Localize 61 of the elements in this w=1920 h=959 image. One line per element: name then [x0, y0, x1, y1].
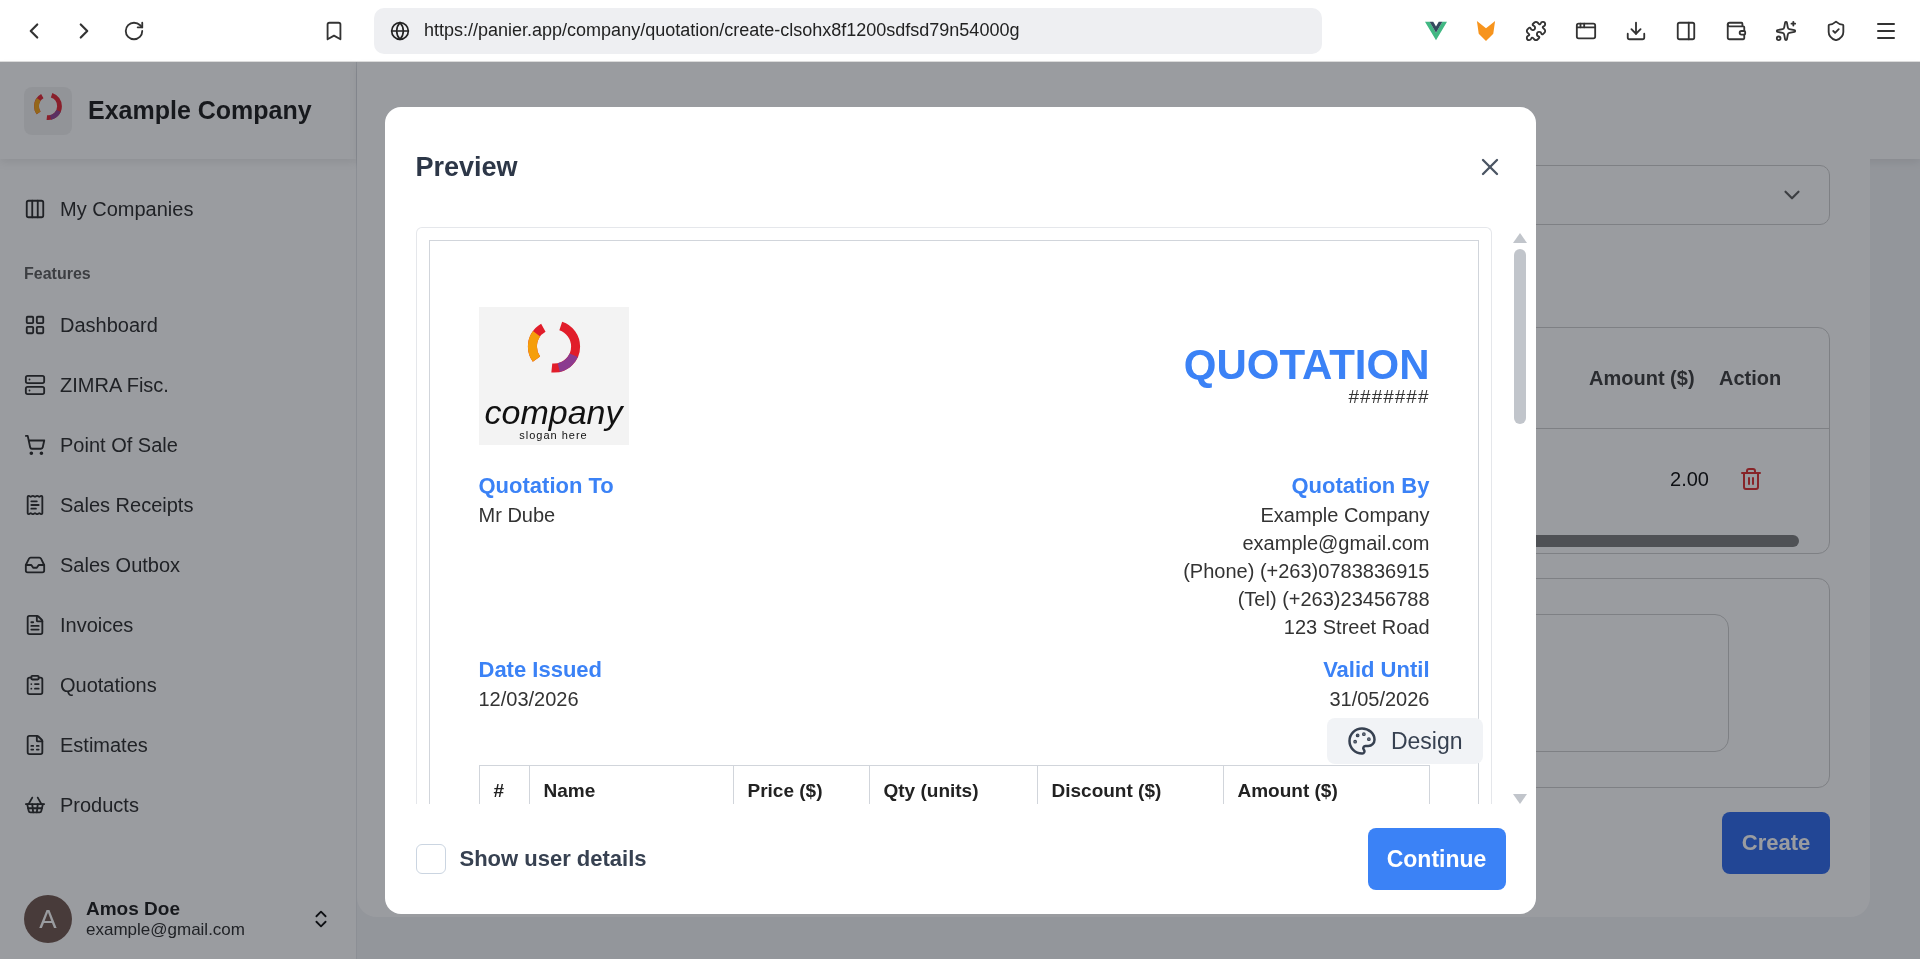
scrollbar-thumb[interactable]	[1513, 249, 1526, 424]
column-header: Amount ($)	[1589, 366, 1696, 390]
sender-line: Example Company	[1260, 503, 1430, 528]
table-cell-text: 2.00	[1669, 467, 1710, 491]
recipient-label: Quotation To	[478, 472, 614, 500]
create-button[interactable]: Create	[1722, 812, 1830, 874]
user-name: Amos Doe	[86, 898, 181, 920]
palette-icon	[1346, 726, 1377, 756]
inbox-icon	[24, 554, 46, 576]
column-header: Price ($)	[747, 780, 823, 802]
nav-item[interactable]: Sales Outbox	[24, 535, 332, 595]
date-value: 12/03/2026	[478, 687, 579, 712]
column-header: Qty (units)	[883, 780, 979, 802]
grid-icon	[24, 314, 46, 336]
section-heading: Features	[24, 265, 92, 284]
recipient-line: Mr Dube	[478, 503, 556, 528]
server-icon	[24, 374, 46, 396]
document-title: QUOTATION	[1183, 344, 1430, 386]
sender-label: Quotation By	[1291, 472, 1430, 500]
company-name: Example Company	[88, 96, 312, 125]
sender-line: 123 Street Road	[1283, 615, 1430, 640]
dialog-title: Preview	[415, 151, 518, 183]
address-bar[interactable]: https://panier.app/company/quotation/create-clsohx8f1200sdfsd79n54000g	[374, 7, 1322, 54]
clipboard-icon	[24, 674, 46, 696]
cart-icon	[24, 434, 46, 456]
document-icon	[24, 614, 46, 636]
nav-item[interactable]: Quotations	[24, 655, 332, 715]
column-header: Name	[543, 780, 596, 802]
avatar: A	[24, 895, 72, 943]
nav-item[interactable]: Products	[24, 775, 332, 835]
sender-line: example@gmail.com	[1242, 531, 1430, 556]
column-header: Action	[1719, 366, 1783, 390]
user-email: example@gmail.com	[86, 920, 246, 940]
column-header: Amount ($)	[1237, 780, 1338, 802]
sender-line: (Tel) (+263)23456788	[1237, 587, 1430, 612]
basket-icon	[24, 794, 46, 816]
reload-icon	[123, 19, 145, 42]
nav-item[interactable]: Dashboard	[24, 295, 332, 355]
nav-item[interactable]: Estimates	[24, 715, 332, 775]
nav-item[interactable]: Point Of Sale	[24, 415, 332, 475]
date-value: 31/05/2026	[1329, 687, 1430, 712]
document-number: #######	[1348, 386, 1430, 408]
company-logo	[24, 86, 72, 135]
receipt-icon	[24, 494, 46, 516]
nav-item[interactable]: Invoices	[24, 595, 332, 655]
columns-icon	[24, 198, 46, 220]
show-user-details-checkbox[interactable]: Show user details	[415, 844, 647, 874]
column-header: Discount ($)	[1051, 780, 1162, 802]
nav-item[interactable]: ZIMRA Fisc.	[24, 355, 332, 415]
nav-item[interactable]: Sales Receipts	[24, 475, 332, 535]
nav-item[interactable]: My Companies	[24, 179, 332, 239]
logo-wordmark: company	[484, 395, 623, 429]
date-label: Valid Until	[1323, 656, 1430, 684]
delete-icon[interactable]	[1739, 467, 1763, 491]
globe-icon	[390, 20, 410, 41]
column-header: #	[493, 780, 505, 802]
spreadsheet-icon	[24, 734, 46, 756]
continue-button[interactable]: Continue	[1367, 828, 1506, 890]
sender-line: (Phone) (+263)0783836915	[1183, 559, 1430, 584]
design-button[interactable]: Design	[1326, 718, 1483, 764]
date-label: Date Issued	[478, 656, 602, 684]
